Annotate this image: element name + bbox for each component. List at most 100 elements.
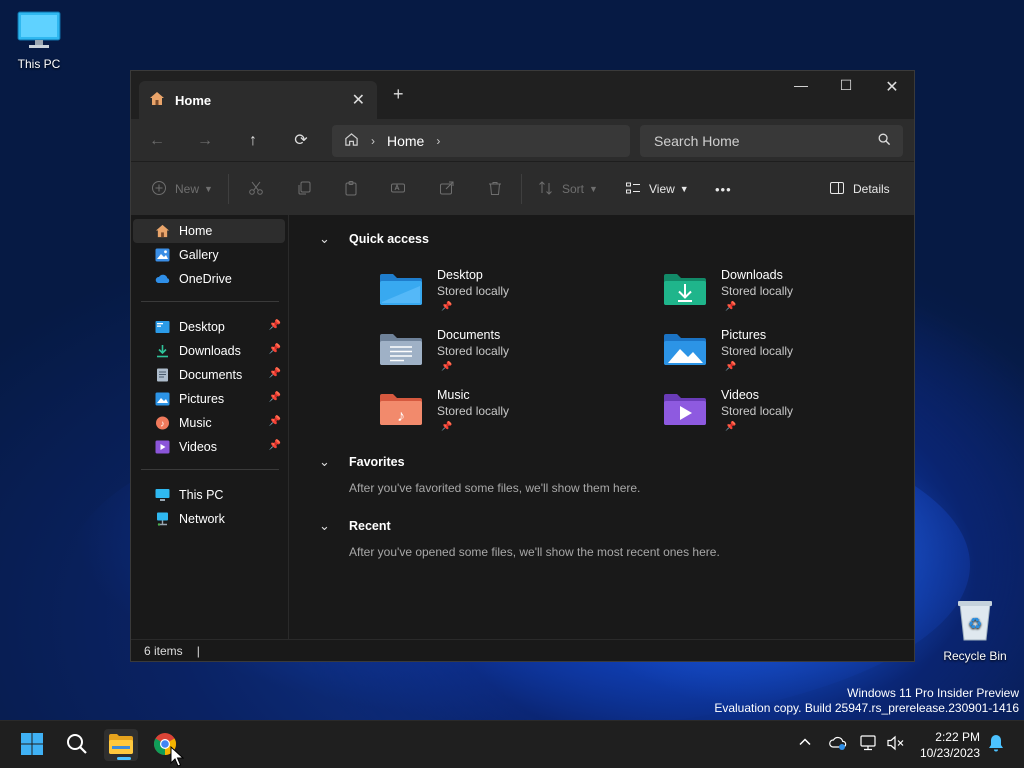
search-input[interactable]: Search Home [640, 125, 903, 157]
pin-icon[interactable]: 📌 [269, 344, 281, 355]
item-status: Stored locally [721, 284, 794, 298]
back-button[interactable]: ← [143, 128, 171, 154]
network-tray-button[interactable] [860, 735, 878, 754]
sidebar-item-videos[interactable]: Videos 📌 [133, 435, 285, 459]
explorer-body: Home Gallery OneDrive Desktop 📌 Download… [131, 215, 914, 639]
notifications-button[interactable] [988, 734, 1004, 755]
sidebar-item-downloads[interactable]: Downloads 📌 [133, 339, 285, 363]
watermark-build: Evaluation copy. Build 25947.rs_prerelea… [714, 701, 1019, 715]
sidebar-item-pictures[interactable]: Pictures 📌 [133, 387, 285, 411]
onedrive-icon [829, 736, 847, 754]
videos-folder-icon [155, 440, 170, 454]
forward-button[interactable]: → [191, 128, 219, 154]
tab-home[interactable]: Home ✕ [139, 81, 377, 119]
details-pane-icon [829, 180, 845, 199]
minimize-button[interactable]: — [778, 77, 824, 93]
downloads-folder-icon [663, 272, 707, 309]
sidebar-item-onedrive[interactable]: OneDrive [133, 267, 285, 291]
copy-button[interactable] [296, 162, 312, 216]
share-button[interactable] [439, 162, 455, 216]
taskbar-file-explorer[interactable] [104, 729, 138, 761]
bell-icon [988, 735, 1004, 755]
new-button[interactable]: New ▼ [151, 162, 213, 216]
sidebar-item-this-pc[interactable]: This PC [133, 483, 285, 507]
sidebar-item-label: Music [179, 416, 212, 430]
quick-access-item-documents[interactable]: Documents Stored locally 📌 [379, 328, 609, 386]
up-button[interactable]: ↑ [239, 128, 267, 154]
sidebar-item-gallery[interactable]: Gallery [133, 243, 285, 267]
quick-access-item-downloads[interactable]: Downloads Stored locally 📌 [663, 268, 893, 326]
gallery-icon [155, 248, 170, 262]
sidebar-item-network[interactable]: Network [133, 507, 285, 531]
navigation-pane: Home Gallery OneDrive Desktop 📌 Download… [131, 215, 289, 639]
show-hidden-icons-button[interactable] [798, 735, 812, 752]
address-bar[interactable]: › Home › [332, 125, 630, 157]
sort-button[interactable]: Sort ▼ [538, 162, 598, 216]
chevron-down-icon: ⌄ [319, 231, 330, 246]
favorites-header[interactable]: ⌄ Favorites [319, 454, 405, 469]
sidebar-item-label: Videos [179, 440, 217, 454]
pin-icon[interactable]: 📌 [269, 320, 281, 331]
breadcrumb-separator[interactable]: › [436, 134, 440, 148]
view-button[interactable]: View ▼ [625, 162, 689, 216]
sidebar-item-music[interactable]: ♪ Music 📌 [133, 411, 285, 435]
maximize-button[interactable]: ☐ [823, 77, 869, 94]
new-tab-button[interactable]: + [393, 84, 404, 105]
quick-access-item-videos[interactable]: Videos Stored locally 📌 [663, 388, 893, 446]
network-monitor-icon [860, 735, 878, 754]
sidebar-item-desktop[interactable]: Desktop 📌 [133, 315, 285, 339]
more-options-button[interactable]: ••• [715, 162, 732, 216]
pin-icon[interactable]: 📌 [269, 368, 281, 379]
rename-button[interactable] [390, 162, 406, 216]
home-outline-icon [344, 132, 359, 150]
desktop-icon-this-pc[interactable]: This PC [1, 10, 77, 71]
pin-icon[interactable]: 📌 [269, 440, 281, 451]
search-button[interactable] [60, 729, 94, 761]
tab-title: Home [175, 92, 212, 108]
taskbar-clock[interactable]: 2:22 PM 10/23/2023 [920, 729, 980, 761]
desktop-icon-label: Recycle Bin [943, 649, 1007, 663]
sidebar-item-label: Documents [179, 368, 243, 382]
sidebar-item-label: This PC [179, 488, 224, 502]
pin-icon: 📌 [441, 301, 453, 311]
sidebar-item-label: Home [179, 224, 213, 238]
quick-access-item-desktop[interactable]: Desktop Stored locally 📌 [379, 268, 609, 326]
quick-access-item-music[interactable]: ♪ Music Stored locally 📌 [379, 388, 609, 446]
search-icon [66, 733, 88, 758]
share-icon [439, 180, 455, 199]
sidebar-item-documents[interactable]: Documents 📌 [133, 363, 285, 387]
recycle-bin-icon: ♻ [937, 598, 1013, 645]
command-bar: New ▼ Sort ▼ View ▼ ••• Details [131, 161, 914, 215]
search-placeholder: Search Home [654, 133, 740, 149]
start-button[interactable] [15, 729, 49, 761]
refresh-button[interactable]: ⟳ [287, 128, 315, 154]
taskbar: 2:22 PM 10/23/2023 [0, 720, 1024, 768]
view-list-icon [625, 180, 641, 199]
sidebar-item-label: Network [179, 512, 225, 526]
onedrive-tray-button[interactable] [829, 735, 847, 754]
breadcrumb-home[interactable]: Home [387, 133, 424, 149]
delete-button[interactable] [487, 162, 503, 216]
recent-header[interactable]: ⌄ Recent [319, 518, 391, 533]
tab-close-icon[interactable]: ✕ [352, 90, 365, 110]
pin-icon[interactable]: 📌 [269, 392, 281, 403]
sidebar-item-home[interactable]: Home [133, 219, 285, 243]
paste-button[interactable] [343, 162, 359, 216]
clock-date: 10/23/2023 [919, 746, 980, 760]
pin-icon[interactable]: 📌 [269, 416, 281, 427]
cut-button[interactable] [248, 162, 264, 216]
quick-access-header[interactable]: ⌄ Quick access [319, 231, 429, 246]
documents-folder-icon [155, 368, 170, 382]
toolbar-divider [521, 174, 522, 204]
new-label: New [175, 182, 200, 196]
copy-icon [296, 180, 312, 199]
music-folder-icon: ♪ [379, 392, 423, 429]
desktop-icon-recycle-bin[interactable]: ♻ Recycle Bin [937, 598, 1013, 663]
clock-time: 2:22 PM [935, 730, 980, 744]
quick-access-item-pictures[interactable]: Pictures Stored locally 📌 [663, 328, 893, 386]
plus-circle-icon [151, 180, 167, 199]
close-button[interactable]: ✕ [869, 77, 915, 97]
volume-tray-button[interactable] [887, 735, 905, 754]
item-name: Pictures [721, 328, 767, 342]
details-pane-button[interactable]: Details [829, 162, 890, 216]
